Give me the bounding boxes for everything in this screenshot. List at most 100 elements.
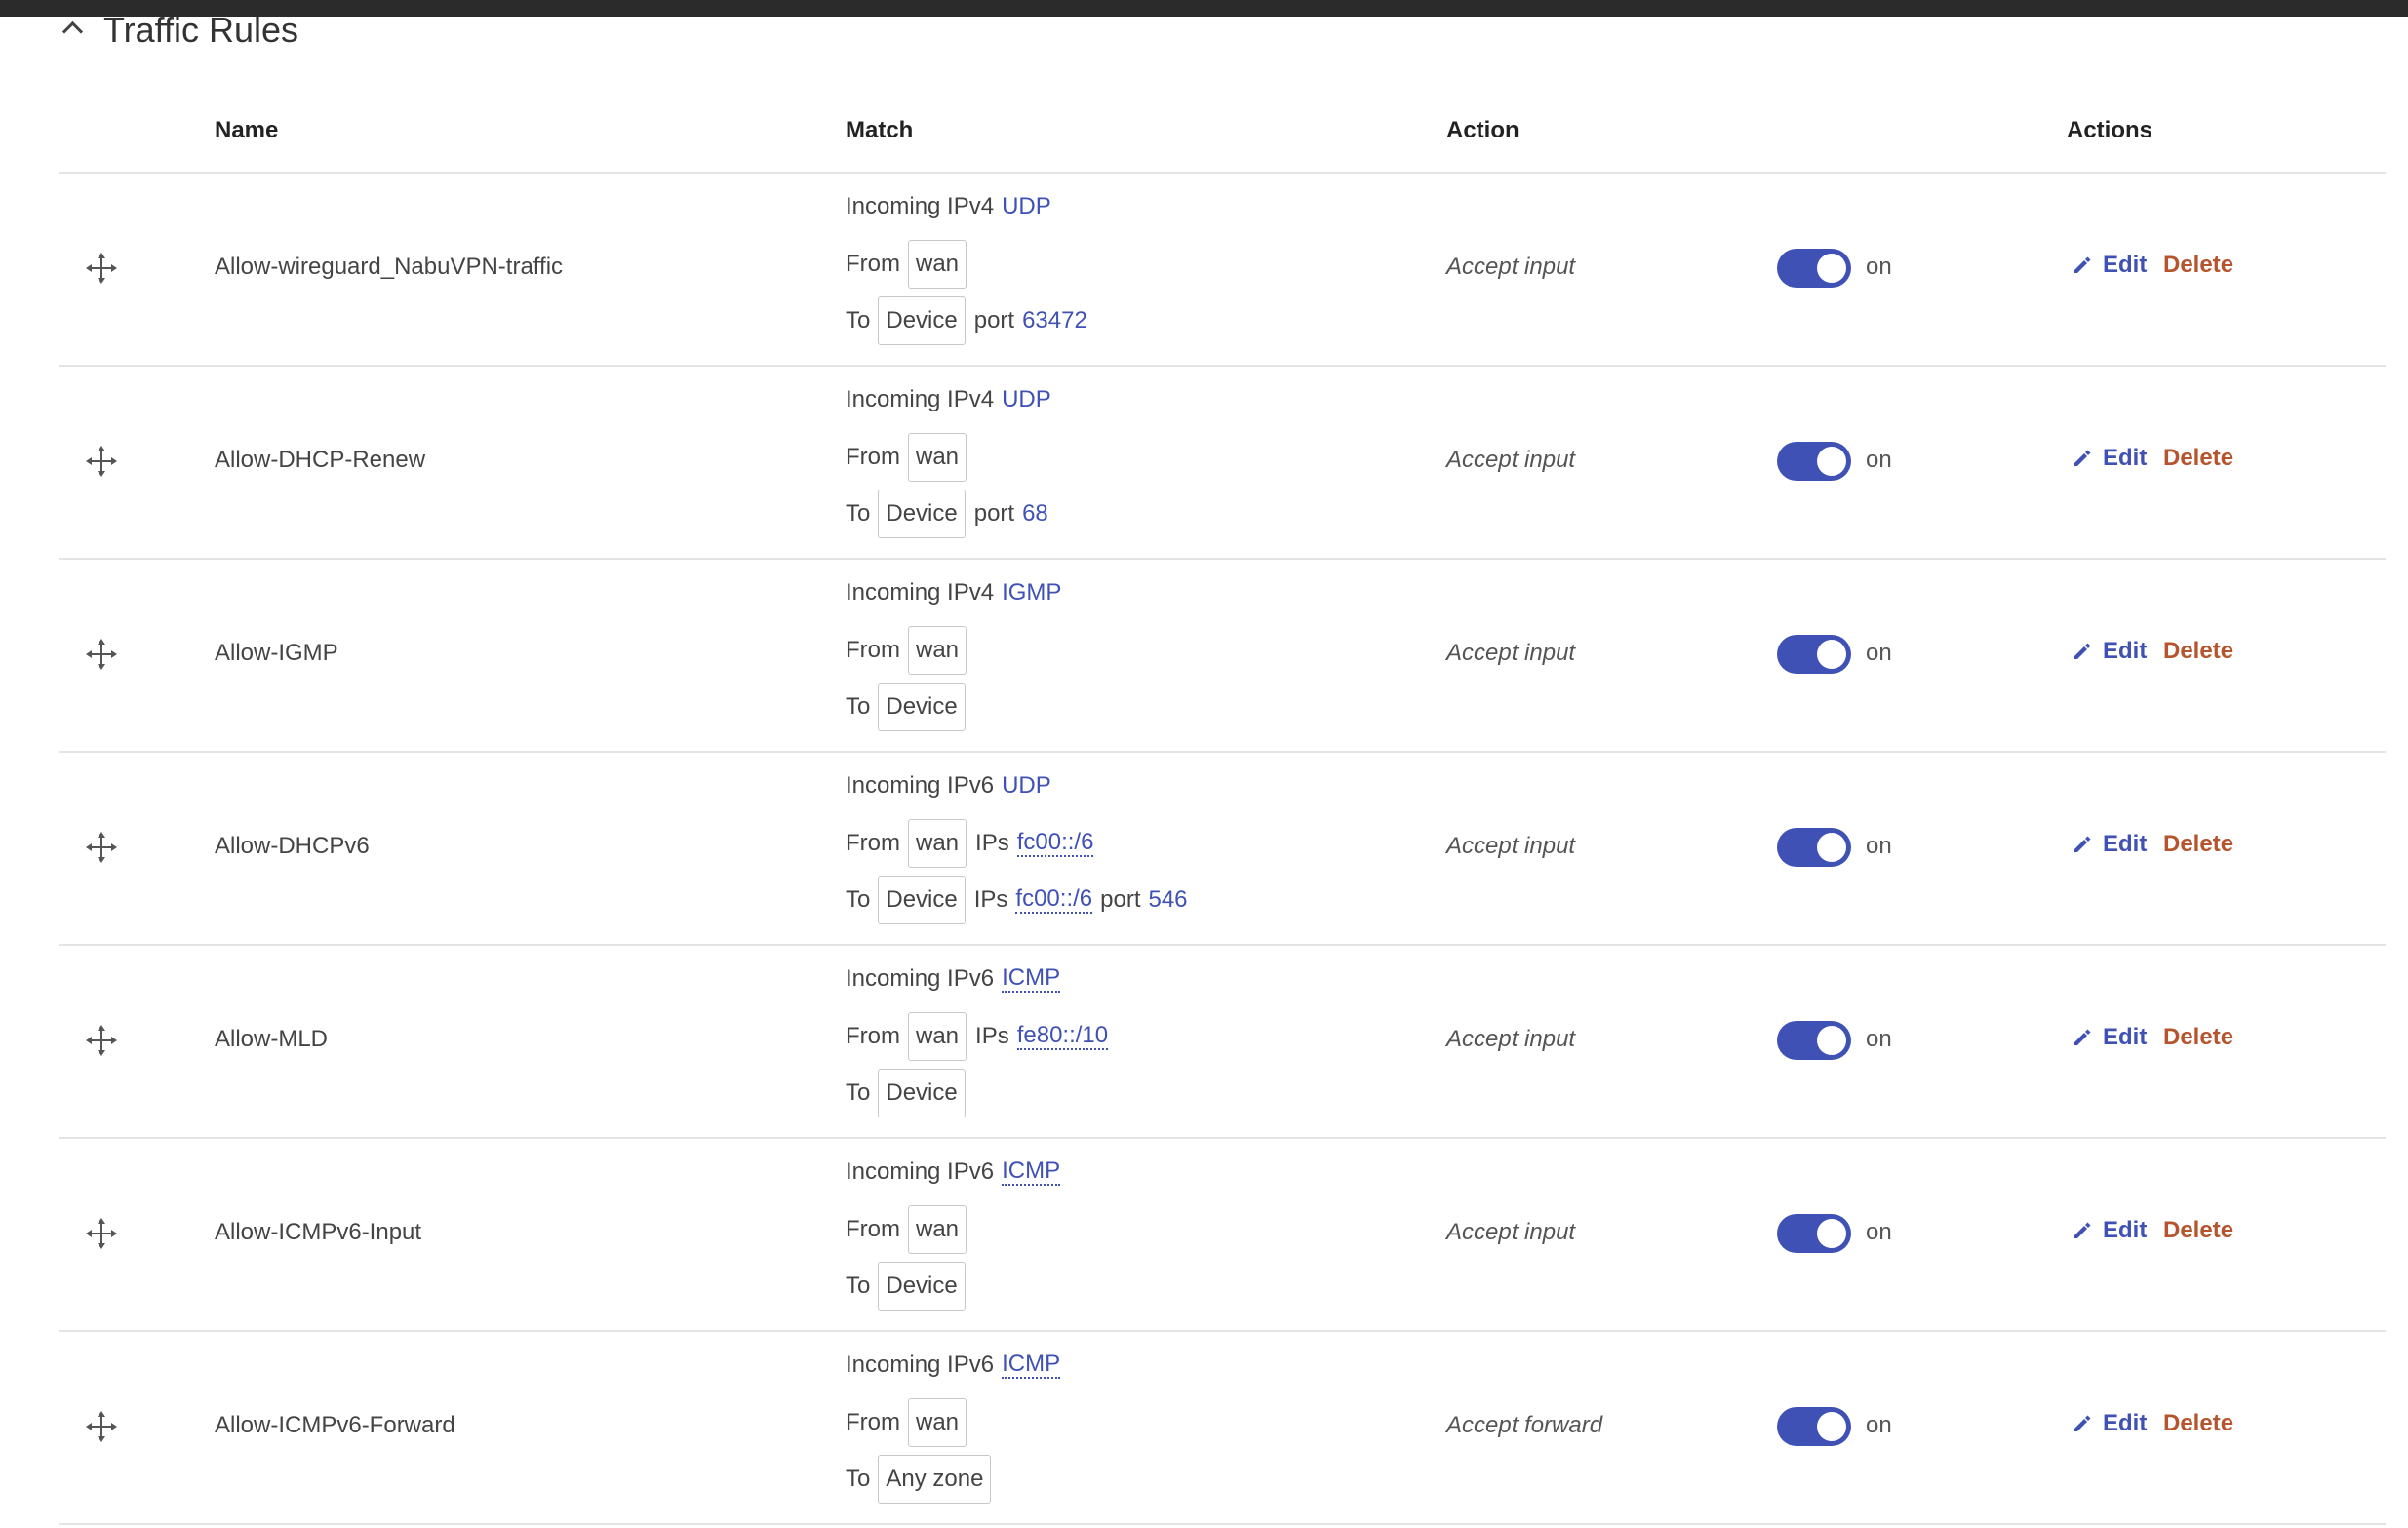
rule-match: Incoming IPv4 UDP From wan To Device por… [846, 386, 1051, 542]
rule-match: Incoming IPv6 ICMP From wan To Device [846, 1158, 1061, 1314]
match-protocol-line: Incoming IPv6 UDP [846, 772, 1188, 815]
to-ips-label: IPs [973, 886, 1008, 913]
match-to-label: To [846, 307, 871, 333]
rule-action: Accept input [1446, 254, 1576, 280]
edit-button-label: Edit [2103, 638, 2148, 664]
enable-toggle[interactable] [1777, 1021, 1851, 1060]
match-protocol: IGMP [1002, 579, 1062, 606]
drag-handle-icon[interactable] [85, 1217, 118, 1250]
enable-toggle[interactable] [1777, 1214, 1851, 1253]
pencil-icon [2074, 256, 2091, 273]
match-from-label: From [846, 444, 900, 470]
rule-action: Accept forward [1446, 1412, 1603, 1438]
from-zone-badge: wan [908, 433, 967, 482]
drag-handle-icon[interactable] [85, 252, 118, 285]
from-zone-badge: wan [908, 1012, 967, 1061]
match-direction: Incoming IPv4 [846, 386, 995, 412]
delete-button[interactable]: Delete [2163, 638, 2233, 665]
delete-button[interactable]: Delete [2163, 1024, 2233, 1051]
enable-toggle[interactable] [1777, 249, 1851, 288]
column-header-match: Match [846, 117, 914, 143]
edit-button[interactable]: Edit [2072, 1410, 2147, 1437]
section-header[interactable]: Traffic Rules [62, 10, 298, 51]
toggle-state-label: on [1866, 833, 1892, 859]
match-from-line: From wan [846, 1201, 1060, 1258]
edit-button-label: Edit [2103, 1024, 2148, 1050]
from-zone-badge: wan [908, 1398, 967, 1447]
table-row: Allow-DHCPv6 Incoming IPv6 UDP From wan … [59, 753, 2386, 946]
enable-toggle[interactable] [1777, 442, 1851, 481]
toggle-state-label: on [1866, 1412, 1892, 1438]
match-protocol-line: Incoming IPv4 IGMP [846, 579, 1061, 622]
delete-button[interactable]: Delete [2163, 1217, 2233, 1244]
pencil-icon [2074, 450, 2091, 466]
toggle-state-label: on [1866, 1026, 1892, 1052]
rule-action: Accept input [1446, 1026, 1576, 1052]
match-to-line: To Device [846, 1258, 1060, 1314]
port-value: 546 [1148, 886, 1188, 913]
delete-button[interactable]: Delete [2163, 252, 2233, 279]
drag-handle-icon[interactable] [85, 831, 118, 864]
drag-handle-icon[interactable] [85, 1410, 118, 1443]
to-zone-badge: Device [878, 296, 966, 345]
match-to-line: To Device [846, 679, 1061, 735]
match-from-line: From wan IPs fe80::/10 [846, 1008, 1116, 1065]
toggle-state-label: on [1866, 447, 1892, 473]
edit-button[interactable]: Edit [2072, 1217, 2147, 1244]
edit-button[interactable]: Edit [2072, 252, 2147, 279]
delete-button[interactable]: Delete [2163, 445, 2233, 472]
match-protocol-line: Incoming IPv6 ICMP [846, 1351, 1061, 1394]
match-from-label: From [846, 637, 900, 663]
rule-name: Allow-wireguard_NabuVPN-traffic [215, 254, 564, 280]
rule-action: Accept input [1446, 1219, 1576, 1245]
edit-button-label: Edit [2103, 831, 2148, 857]
edit-button-label: Edit [2103, 252, 2148, 278]
edit-button[interactable]: Edit [2072, 445, 2147, 472]
toggle-knob [1817, 640, 1846, 669]
toggle-knob [1817, 1219, 1846, 1248]
rule-action: Accept input [1446, 640, 1576, 666]
match-from-line: From wan [846, 236, 1087, 293]
delete-button[interactable]: Delete [2163, 1410, 2233, 1437]
drag-handle-icon[interactable] [85, 445, 118, 478]
edit-button[interactable]: Edit [2072, 638, 2147, 665]
edit-button-label: Edit [2103, 1410, 2148, 1436]
delete-button[interactable]: Delete [2163, 831, 2233, 858]
chevron-up-icon[interactable] [62, 18, 80, 35]
match-to-line: To Device port 68 [846, 486, 1051, 542]
from-ips-label: IPs [975, 1023, 1009, 1049]
rule-match: Incoming IPv4 IGMP From wan To Device [846, 579, 1061, 735]
match-from-label: From [846, 251, 900, 277]
edit-button-label: Edit [2103, 445, 2148, 471]
rule-action: Accept input [1446, 833, 1576, 859]
toggle-knob [1817, 1026, 1846, 1055]
rule-name: Allow-ICMPv6-Input [215, 1219, 422, 1245]
drag-handle-icon[interactable] [85, 1024, 118, 1057]
match-to-line: To Device [846, 1065, 1116, 1121]
match-protocol-line: Incoming IPv4 UDP [846, 386, 1051, 429]
edit-button[interactable]: Edit [2072, 1024, 2147, 1051]
rule-name: Allow-MLD [215, 1026, 329, 1052]
toggle-state-label: on [1866, 1219, 1892, 1245]
port-value: 68 [1022, 500, 1048, 527]
enable-toggle[interactable] [1777, 635, 1851, 674]
pencil-icon [2074, 836, 2091, 852]
toggle-knob [1817, 254, 1846, 283]
enable-toggle[interactable] [1777, 1407, 1851, 1446]
match-protocol: ICMP [1002, 1351, 1061, 1379]
match-from-label: From [846, 830, 900, 856]
from-ips-value: fe80::/10 [1016, 1022, 1109, 1050]
from-ips-label: IPs [975, 830, 1009, 856]
enable-toggle[interactable] [1777, 828, 1851, 867]
match-direction: Incoming IPv6 [846, 1352, 995, 1378]
column-header-action: Action [1446, 117, 1520, 143]
drag-handle-icon[interactable] [85, 638, 118, 671]
table-row: Allow-MLD Incoming IPv6 ICMP From wan IP… [59, 946, 2386, 1139]
match-direction: Incoming IPv6 [846, 965, 995, 992]
rule-match: Incoming IPv6 ICMP From wan IPs fe80::/1… [846, 965, 1116, 1121]
table-body: Allow-wireguard_NabuVPN-traffic Incoming… [59, 174, 2386, 1525]
match-protocol: UDP [1002, 386, 1051, 412]
section-title: Traffic Rules [103, 10, 299, 50]
edit-button[interactable]: Edit [2072, 831, 2147, 858]
pencil-icon [2074, 1415, 2091, 1431]
